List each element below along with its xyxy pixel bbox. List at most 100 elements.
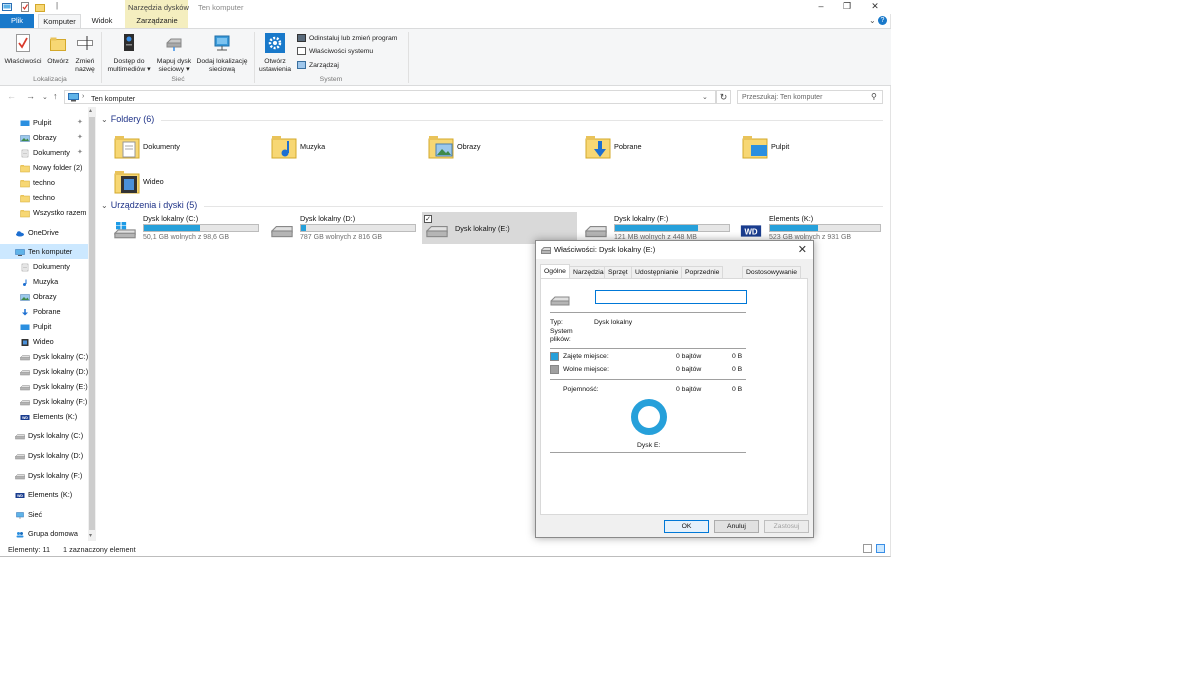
address-dropdown-chevron-icon[interactable]: ⌄ (702, 93, 708, 101)
ribbon-separator (254, 32, 255, 83)
folder-item[interactable]: Muzyka (271, 130, 421, 165)
manage-button[interactable]: Zarządzaj (297, 61, 339, 69)
details-view-icon[interactable] (863, 544, 872, 553)
sidebar-item[interactable]: Sieć (0, 507, 88, 522)
svg-text:WD: WD (744, 227, 757, 236)
expand-ribbon-chevron-icon[interactable]: ⌄ (869, 16, 876, 25)
sidebar-item-label: Pobrane (33, 307, 61, 316)
sidebar-item[interactable]: Dysk lokalny (C:) (0, 349, 88, 364)
up-arrow-icon[interactable]: ↑ (53, 91, 58, 101)
help-icon[interactable]: ? (878, 16, 887, 25)
dialog-tab-ogolne[interactable]: Ogólne (540, 264, 570, 278)
devices-section-header[interactable]: ⌄ Urządzenia i dyski (5) (101, 200, 884, 210)
tab-plik[interactable]: Plik (0, 14, 34, 28)
rename-button[interactable]: Zmień nazwę (72, 33, 98, 74)
sidebar-item[interactable]: Wideo (0, 334, 88, 349)
sidebar-item[interactable]: Grupa domowa (0, 526, 88, 541)
sidebar-item[interactable]: Pulpit (0, 319, 88, 334)
add-network-location-button[interactable]: Dodaj lokalizację sieciową (193, 33, 251, 74)
drive-item[interactable]: Dysk lokalny (C:) 50,1 GB wolnych z 98,6 … (110, 212, 265, 244)
dialog-tab-narzedzia[interactable]: Narzędzia (569, 266, 608, 278)
new-folder-quick-icon[interactable] (35, 2, 45, 12)
sidebar-item[interactable]: WD Elements (K:) (0, 487, 88, 502)
explorer-app-icon[interactable] (2, 2, 12, 12)
rename-label-1: Zmień (75, 58, 95, 65)
breadcrumb-path[interactable]: Ten komputer (91, 94, 135, 103)
dialog-tab-poprzednie-wersje[interactable]: Poprzednie wersje (681, 266, 724, 288)
address-box[interactable]: › Ten komputer ⌄ (64, 90, 716, 104)
apply-button[interactable]: Zastosuj (764, 520, 809, 533)
sidebar-item[interactable]: Dysk lokalny (C:) (0, 428, 88, 443)
collapse-chevron-icon[interactable]: ⌄ (101, 201, 108, 210)
system-properties-button[interactable]: Właściwości systemu (297, 47, 373, 55)
sidebar-item-label: Pulpit (33, 118, 52, 127)
folder-item[interactable]: Dokumenty (114, 130, 264, 165)
large-icons-view-icon[interactable] (876, 544, 885, 553)
sidebar-item[interactable]: Dysk lokalny (F:) (0, 468, 88, 483)
maximize-button[interactable]: ❐ (838, 1, 856, 12)
sidebar-item[interactable]: Dysk lokalny (D:) (0, 364, 88, 379)
sidebar-scrollbar-thumb[interactable] (89, 117, 95, 530)
dialog-tab-udostepnianie[interactable]: Udostępnianie (631, 266, 683, 278)
recent-locations-chevron-icon[interactable]: ⌄ (42, 93, 48, 101)
ok-button[interactable]: OK (664, 520, 709, 533)
pin-icon[interactable]: ✦ (77, 115, 83, 130)
dialog-title-bar[interactable]: Właściwości: Dysk lokalny (E:) (536, 241, 813, 259)
media-access-button[interactable]: Dostęp do multimediów ▾ (104, 33, 154, 74)
folder-item[interactable]: Obrazy (428, 130, 578, 165)
sidebar-item[interactable]: Nowy folder (2) (0, 160, 88, 175)
search-icon[interactable]: ⚲ (871, 92, 877, 101)
system-properties-label: Właściwości systemu (309, 47, 374, 55)
drive-item[interactable]: Dysk lokalny (D:) 787 GB wolnych z 816 GB (267, 212, 422, 244)
scroll-up-arrow-icon[interactable]: ▴ (89, 107, 92, 114)
collapse-chevron-icon[interactable]: ⌄ (101, 115, 108, 124)
folder-item[interactable]: Pobrane (585, 130, 735, 165)
close-window-button[interactable]: ✕ (866, 1, 884, 12)
sidebar-item[interactable]: Dysk lokalny (D:) (0, 448, 88, 463)
refresh-icon[interactable]: ↻ (716, 90, 731, 104)
map-network-drive-button[interactable]: Mapuj dysk sieciowy ▾ (154, 33, 194, 74)
properties-button[interactable]: Właściwości (3, 33, 43, 66)
sidebar-item[interactable]: Dokumenty ✦ (0, 145, 88, 160)
folder-item[interactable]: Pulpit (742, 130, 892, 165)
pin-icon[interactable]: ✦ (77, 130, 83, 145)
dialog-tab-sprzet[interactable]: Sprzęt (604, 266, 632, 278)
sidebar-item[interactable]: techno (0, 190, 88, 205)
sidebar-item[interactable]: Obrazy (0, 289, 88, 304)
sidebar-item[interactable]: Pobrane (0, 304, 88, 319)
dialog-tab-dostosowywanie[interactable]: Dostosowywanie (742, 266, 801, 278)
properties-quick-icon[interactable] (20, 2, 30, 12)
drive-icon (20, 397, 30, 406)
sidebar-item[interactable]: Dokumenty (0, 259, 88, 274)
folder-item[interactable]: Wideo (114, 165, 264, 200)
pin-icon[interactable]: ✦ (77, 145, 83, 160)
open-settings-button[interactable]: Otwórz ustawienia (257, 33, 293, 74)
cancel-button[interactable]: Anuluj (714, 520, 759, 533)
sidebar-item[interactable]: OneDrive (0, 225, 88, 240)
drive-name-input[interactable] (595, 290, 747, 304)
sidebar-item[interactable]: Pulpit ✦ (0, 115, 88, 130)
open-button[interactable]: Otwórz (44, 33, 72, 66)
sidebar-item[interactable]: Wszystko razem (0, 205, 88, 220)
sidebar-item[interactable]: Muzyka (0, 274, 88, 289)
tab-widok[interactable]: Widok (86, 14, 118, 28)
uninstall-program-button[interactable]: Odinstaluj lub zmień program (297, 34, 397, 42)
sidebar-item[interactable]: Ten komputer (0, 244, 88, 259)
minimize-button[interactable]: – (812, 1, 830, 12)
tab-zarzadzanie[interactable]: Zarządzanie (128, 14, 186, 28)
folders-section-header[interactable]: ⌄ Foldery (6) (101, 114, 884, 124)
desktop-folder-icon (742, 133, 768, 159)
search-input[interactable]: Przeszukaj: Ten komputer (737, 90, 883, 104)
sidebar-item[interactable]: WD Elements (K:) (0, 409, 88, 424)
sidebar-item[interactable]: Dysk lokalny (F:) (0, 394, 88, 409)
sidebar-item[interactable]: techno (0, 175, 88, 190)
dialog-close-button[interactable]: ✕ (798, 243, 807, 256)
used-space-bytes: 0 bajtów (676, 353, 702, 360)
forward-arrow-icon[interactable]: → (26, 91, 35, 101)
sidebar-item[interactable]: Obrazy ✦ (0, 130, 88, 145)
scroll-down-arrow-icon[interactable]: ▾ (89, 532, 92, 539)
tab-komputer[interactable]: Komputer (38, 14, 81, 28)
back-arrow-icon[interactable]: ← (7, 91, 16, 101)
sidebar-item[interactable]: Dysk lokalny (E:) (0, 379, 88, 394)
quick-access-toolbar-dropdown[interactable]: | (56, 1, 58, 10)
